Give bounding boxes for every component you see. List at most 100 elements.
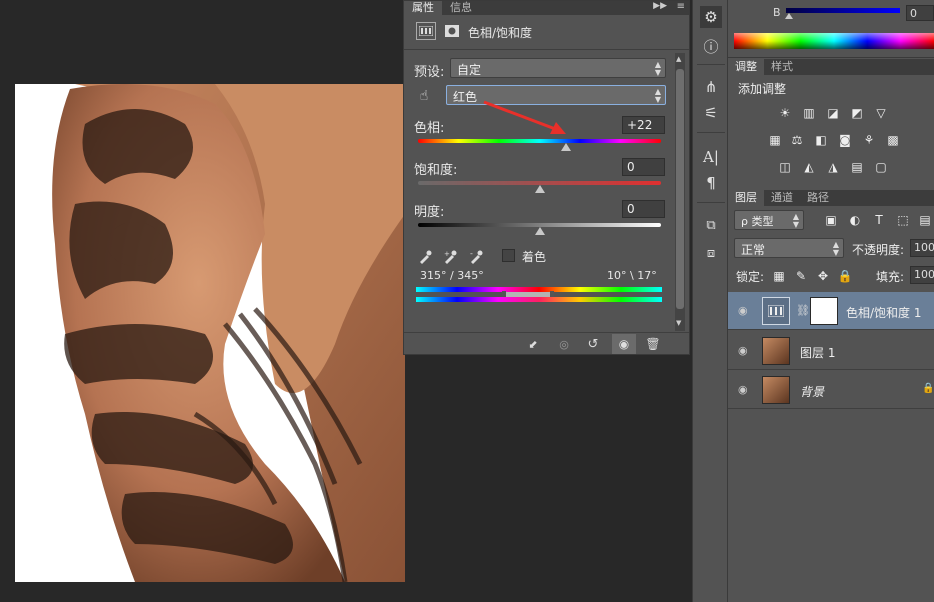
clip-to-layer-icon[interactable]: ⬋ xyxy=(524,336,542,352)
saturation-label: 饱和度: xyxy=(414,163,458,178)
layer-mask-icon[interactable] xyxy=(442,22,462,40)
filter-pixel-icon[interactable]: ▣ xyxy=(822,213,840,227)
filter-shape-icon[interactable]: ⬚ xyxy=(894,213,912,227)
adjustment-layer-icon[interactable] xyxy=(416,22,436,40)
filter-smart-object-icon[interactable]: ▤ xyxy=(916,213,934,227)
collapse-icon[interactable]: ▶▶ xyxy=(653,1,667,11)
view-previous-icon[interactable]: ◎ xyxy=(554,336,574,352)
tab-adjustments[interactable]: 调整 xyxy=(728,59,764,75)
filter-adjustment-icon[interactable]: ◐ xyxy=(846,213,864,227)
filter-type-icon[interactable]: T xyxy=(870,213,888,227)
adjustments-tabbar: 调整 样式 xyxy=(728,59,934,75)
layer-row[interactable]: ◉ 图层 1 xyxy=(728,332,934,370)
adjustments-panel-icon[interactable]: ⚙ xyxy=(700,6,722,28)
mask-thumbnail[interactable] xyxy=(810,297,838,325)
channel-b-handle[interactable] xyxy=(785,13,793,19)
lock-image-icon[interactable]: ✎ xyxy=(792,269,810,283)
tab-paths[interactable]: 路径 xyxy=(800,190,836,206)
properties-panel: 属性 信息 ▶▶ ≡ 色相/饱和度 预设: 自定 ▲ ▼ ☝ 红色 ▲ ▼ 色相: … xyxy=(403,0,690,355)
lock-transparent-icon[interactable]: ▦ xyxy=(770,269,788,283)
divider xyxy=(697,132,725,133)
scroll-down-icon[interactable]: ▼ xyxy=(676,319,681,327)
eyedropper-plus-icon[interactable]: + xyxy=(442,248,460,266)
exposure-icon[interactable]: ◩ xyxy=(848,106,866,120)
eyedropper-icon[interactable] xyxy=(416,248,434,266)
lightness-value[interactable]: 0 xyxy=(622,200,665,218)
color-spectrum-ramp[interactable] xyxy=(734,33,934,49)
color-balance-icon[interactable]: ⚖ xyxy=(788,133,806,147)
updown-icon: ▲ ▼ xyxy=(792,212,799,229)
lock-label: 锁定: xyxy=(736,270,765,284)
character-styles-icon[interactable]: ⧉ xyxy=(700,214,722,236)
adjustment-thumbnail xyxy=(762,297,790,325)
paragraph-icon[interactable]: ¶ xyxy=(700,172,722,194)
tab-layers[interactable]: 图层 xyxy=(728,190,764,206)
scroll-up-icon[interactable]: ▲ xyxy=(676,55,681,63)
hue-slider-handle[interactable] xyxy=(561,143,572,151)
lightness-label: 明度: xyxy=(414,205,445,220)
colorize-label: 着色 xyxy=(522,250,547,264)
scrollbar-thumb[interactable] xyxy=(676,69,684,309)
preset-dropdown[interactable]: 自定 ▲ ▼ xyxy=(450,58,666,78)
targeted-adjustment-hand-icon[interactable]: ☝ xyxy=(414,86,434,106)
invert-icon[interactable]: ◫ xyxy=(776,160,794,174)
channel-b-slider[interactable] xyxy=(786,8,900,13)
opacity-value[interactable]: 100 xyxy=(910,239,934,257)
eyedropper-minus-icon[interactable]: - xyxy=(468,248,486,266)
photo-filter-icon[interactable]: ◙ xyxy=(836,133,854,147)
paragraph-styles-icon[interactable]: ⧈ xyxy=(700,242,722,264)
lock-icon[interactable]: 🔒 xyxy=(836,269,854,283)
brushes-icon[interactable]: ⋔ xyxy=(700,76,722,98)
panel-menu-icon[interactable]: ≡ xyxy=(677,1,685,12)
trash-icon[interactable]: 🗑 xyxy=(644,336,662,352)
eye-icon[interactable]: ◉ xyxy=(738,383,752,397)
colorize-checkbox[interactable] xyxy=(502,249,515,262)
chain-link-icon[interactable]: ⛓ xyxy=(796,304,810,317)
layer-thumbnail xyxy=(762,337,790,365)
saturation-slider-handle[interactable] xyxy=(534,185,545,193)
tab-channels[interactable]: 通道 xyxy=(764,190,800,206)
threshold-icon[interactable]: ◮ xyxy=(824,160,842,174)
info-icon[interactable]: ⓘ xyxy=(700,35,722,57)
selective-color-icon[interactable]: ▢ xyxy=(872,160,890,174)
color-lookup-icon[interactable]: ▩ xyxy=(884,133,902,147)
character-icon[interactable]: A| xyxy=(700,146,722,168)
posterize-icon[interactable]: ◭ xyxy=(800,160,818,174)
layer-row[interactable]: ◉ 背景 🔒 xyxy=(728,371,934,409)
blend-mode-dropdown[interactable]: 正常 ▲ ▼ xyxy=(734,238,844,258)
lightness-slider-handle[interactable] xyxy=(534,227,545,235)
eye-icon[interactable]: ◉ xyxy=(738,344,752,358)
channel-mixer-icon[interactable]: ⚘ xyxy=(860,133,878,147)
reset-icon[interactable]: ↺ xyxy=(584,336,602,352)
document-canvas[interactable] xyxy=(15,84,405,582)
hue-value[interactable]: +22 xyxy=(622,116,665,134)
gradient-map-icon[interactable]: ▤ xyxy=(848,160,866,174)
lock-position-icon[interactable]: ✥ xyxy=(814,269,832,283)
black-white-icon[interactable]: ◧ xyxy=(812,133,830,147)
brightness-contrast-icon[interactable]: ☀ xyxy=(776,106,794,120)
tab-properties[interactable]: 属性 xyxy=(404,1,442,15)
scrollbar[interactable]: ▲ ▼ xyxy=(675,53,685,331)
tab-styles[interactable]: 样式 xyxy=(764,59,800,75)
updown-icon: ▲ ▼ xyxy=(832,240,839,257)
hue-saturation-icon[interactable]: ▦ xyxy=(766,133,784,147)
layer-row[interactable]: ◉ ⛓ 色相/饱和度 1 xyxy=(728,292,934,330)
layer-filter-dropdown[interactable]: ρ 类型 ▲ ▼ xyxy=(734,210,804,230)
preset-value: 自定 xyxy=(457,63,482,77)
photoshop-workspace: 属性 信息 ▶▶ ≡ 色相/饱和度 预设: 自定 ▲ ▼ ☝ 红色 ▲ ▼ 色相: … xyxy=(0,0,934,602)
vibrance-icon[interactable]: ▽ xyxy=(872,106,890,120)
color-panel: B 0 xyxy=(728,0,934,58)
channel-b-value[interactable]: 0 xyxy=(906,5,934,21)
properties-tabbar: 属性 信息 ▶▶ ≡ xyxy=(404,1,689,15)
tattoo-photo xyxy=(15,84,405,582)
saturation-value[interactable]: 0 xyxy=(622,158,665,176)
curves-icon[interactable]: ◪ xyxy=(824,106,842,120)
updown-icon: ▲ ▼ xyxy=(654,60,661,77)
eye-icon[interactable]: ◉ xyxy=(738,304,752,318)
visibility-eye-icon[interactable]: ◉ xyxy=(612,334,636,354)
tab-info[interactable]: 信息 xyxy=(442,1,480,15)
levels-icon[interactable]: ▥ xyxy=(800,106,818,120)
tool-presets-icon[interactable]: ⚟ xyxy=(700,102,722,124)
fill-value[interactable]: 100 xyxy=(910,266,934,284)
output-color-bar xyxy=(416,297,662,302)
